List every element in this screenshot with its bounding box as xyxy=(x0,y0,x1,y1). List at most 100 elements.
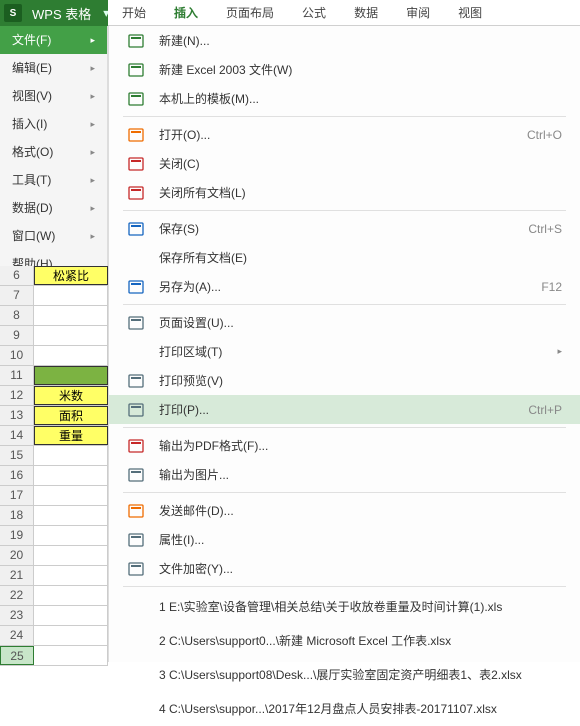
table-row[interactable]: 18 xyxy=(0,506,108,526)
sidebar-item-5[interactable]: 工具(T)▸ xyxy=(0,166,107,194)
chevron-right-icon: ▸ xyxy=(90,54,95,82)
cell[interactable] xyxy=(34,486,108,505)
cell[interactable] xyxy=(34,466,108,485)
sidebar-item-3[interactable]: 插入(I)▸ xyxy=(0,110,107,138)
cell[interactable]: 松紧比 xyxy=(34,266,108,285)
row-header[interactable]: 15 xyxy=(0,446,34,465)
menu-item[interactable]: 保存所有文档(E) xyxy=(109,243,580,272)
cell[interactable] xyxy=(34,346,108,365)
menu-item[interactable]: 打印区域(T)▸ xyxy=(109,337,580,366)
menu-item[interactable]: 本机上的模板(M)... xyxy=(109,84,580,113)
cell[interactable] xyxy=(34,526,108,545)
sidebar-item-4[interactable]: 格式(O)▸ xyxy=(0,138,107,166)
menu-item[interactable]: 发送邮件(D)... xyxy=(109,496,580,525)
row-header[interactable]: 16 xyxy=(0,466,34,485)
row-header[interactable]: 24 xyxy=(0,626,34,645)
row-header[interactable]: 7 xyxy=(0,286,34,305)
row-header[interactable]: 9 xyxy=(0,326,34,345)
table-row[interactable]: 23 xyxy=(0,606,108,626)
menu-item[interactable]: 属性(I)... xyxy=(109,525,580,554)
recent-file-item[interactable]: 3 C:\Users\support08\Desk...\展厅实验室固定资产明细… xyxy=(109,658,580,692)
row-header[interactable]: 17 xyxy=(0,486,34,505)
row-header[interactable]: 23 xyxy=(0,606,34,625)
table-row[interactable]: 19 xyxy=(0,526,108,546)
ribbon-tab-5[interactable]: 审阅 xyxy=(392,0,444,25)
cell[interactable] xyxy=(34,546,108,565)
table-row[interactable]: 12米数 xyxy=(0,386,108,406)
menu-item[interactable]: 打印预览(V) xyxy=(109,366,580,395)
menu-item[interactable]: 打印(P)...Ctrl+P xyxy=(109,395,580,424)
cell[interactable]: 重量 xyxy=(34,426,108,445)
row-header[interactable]: 18 xyxy=(0,506,34,525)
ribbon-tab-0[interactable]: 开始 xyxy=(108,0,160,25)
row-header[interactable]: 20 xyxy=(0,546,34,565)
table-row[interactable]: 16 xyxy=(0,466,108,486)
row-header[interactable]: 19 xyxy=(0,526,34,545)
row-header[interactable]: 22 xyxy=(0,586,34,605)
sidebar-item-1[interactable]: 编辑(E)▸ xyxy=(0,54,107,82)
table-row[interactable]: 8 xyxy=(0,306,108,326)
menu-item[interactable]: 新建(N)... xyxy=(109,26,580,55)
table-row[interactable]: 9 xyxy=(0,326,108,346)
recent-file-item[interactable]: 2 C:\Users\support0...\新建 Microsoft Exce… xyxy=(109,624,580,658)
cell[interactable] xyxy=(34,506,108,525)
row-header[interactable]: 6 xyxy=(0,266,34,285)
cell[interactable] xyxy=(34,446,108,465)
cell[interactable] xyxy=(34,606,108,625)
menu-item[interactable]: 新建 Excel 2003 文件(W) xyxy=(109,55,580,84)
row-header[interactable]: 25 xyxy=(0,646,34,665)
cell[interactable] xyxy=(34,626,108,645)
table-row[interactable]: 21 xyxy=(0,566,108,586)
menu-item[interactable]: 页面设置(U)... xyxy=(109,308,580,337)
table-row[interactable]: 25 xyxy=(0,646,108,666)
cell[interactable] xyxy=(34,286,108,305)
menu-item[interactable]: 输出为PDF格式(F)... xyxy=(109,431,580,460)
ribbon-tab-2[interactable]: 页面布局 xyxy=(212,0,288,25)
table-row[interactable]: 14重量 xyxy=(0,426,108,446)
menu-item[interactable]: 关闭所有文档(L) xyxy=(109,178,580,207)
menu-item[interactable]: 输出为图片... xyxy=(109,460,580,489)
ribbon-tab-6[interactable]: 视图 xyxy=(444,0,496,25)
sidebar-item-6[interactable]: 数据(D)▸ xyxy=(0,194,107,222)
sidebar-item-7[interactable]: 窗口(W)▸ xyxy=(0,222,107,250)
table-row[interactable]: 17 xyxy=(0,486,108,506)
menu-item[interactable]: 文件加密(Y)... xyxy=(109,554,580,583)
cell[interactable] xyxy=(34,586,108,605)
row-header[interactable]: 10 xyxy=(0,346,34,365)
table-row[interactable]: 10 xyxy=(0,346,108,366)
table-row[interactable]: 11 xyxy=(0,366,108,386)
row-header[interactable]: 12 xyxy=(0,386,34,405)
recent-file-item[interactable]: 4 C:\Users\suppor...\2017年12月盘点人员安排表-201… xyxy=(109,692,580,726)
menu-item[interactable]: 另存为(A)...F12 xyxy=(109,272,580,301)
cell[interactable] xyxy=(34,306,108,325)
cell[interactable] xyxy=(34,326,108,345)
table-row[interactable]: 20 xyxy=(0,546,108,566)
ribbon-tab-1[interactable]: 插入 xyxy=(160,0,212,25)
table-row[interactable]: 13面积 xyxy=(0,406,108,426)
row-header[interactable]: 13 xyxy=(0,406,34,425)
recent-file-item[interactable]: 1 E:\实验室\设备管理\相关总结\关于收放卷重量及时间计算(1).xls xyxy=(109,590,580,624)
table-row[interactable]: 24 xyxy=(0,626,108,646)
table-row[interactable]: 7 xyxy=(0,286,108,306)
cell[interactable] xyxy=(34,566,108,585)
row-header[interactable]: 8 xyxy=(0,306,34,325)
table-row[interactable]: 15 xyxy=(0,446,108,466)
cell[interactable] xyxy=(34,646,108,665)
row-header[interactable]: 14 xyxy=(0,426,34,445)
sidebar-item-2[interactable]: 视图(V)▸ xyxy=(0,82,107,110)
sidebar-item-0[interactable]: 文件(F)▸ xyxy=(0,26,107,54)
cell[interactable]: 米数 xyxy=(34,386,108,405)
menu-item[interactable]: 关闭(C) xyxy=(109,149,580,178)
cell[interactable] xyxy=(34,366,108,385)
table-row[interactable]: 6松紧比 xyxy=(0,266,108,286)
row-header[interactable]: 21 xyxy=(0,566,34,585)
row-header[interactable]: 11 xyxy=(0,366,34,385)
menu-shortcut: Ctrl+O xyxy=(527,128,562,142)
menu-item-label: 输出为图片... xyxy=(159,466,562,483)
menu-item[interactable]: 保存(S)Ctrl+S xyxy=(109,214,580,243)
ribbon-tab-4[interactable]: 数据 xyxy=(340,0,392,25)
table-row[interactable]: 22 xyxy=(0,586,108,606)
cell[interactable]: 面积 xyxy=(34,406,108,425)
menu-item[interactable]: 打开(O)...Ctrl+O xyxy=(109,120,580,149)
ribbon-tab-3[interactable]: 公式 xyxy=(288,0,340,25)
